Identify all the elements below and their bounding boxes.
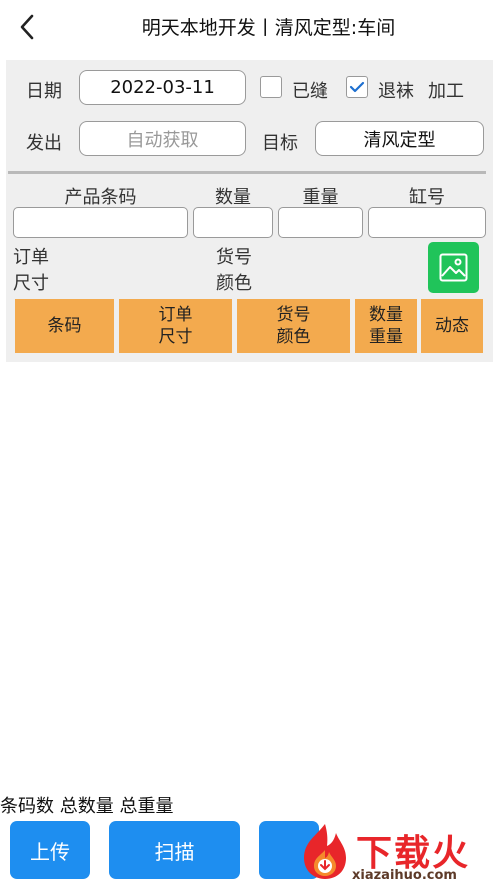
tab-quantity-weight[interactable]: 数量 重量	[355, 299, 417, 353]
date-field[interactable]: 2022-03-11	[79, 70, 246, 105]
tab-quantity-label: 数量	[369, 305, 403, 325]
tab-item-color[interactable]: 货号 颜色	[237, 299, 350, 353]
target-label: 目标	[262, 133, 298, 154]
tab-order-size[interactable]: 订单 尺寸	[119, 299, 232, 353]
chevron-left-icon[interactable]	[14, 12, 42, 42]
size-label: 尺寸	[13, 273, 49, 294]
item-no-label: 货号	[216, 247, 252, 268]
barcode-header: 产品条码	[64, 187, 137, 208]
date-label: 日期	[26, 81, 62, 102]
check-icon	[349, 81, 365, 93]
target-field[interactable]: 清风定型	[315, 121, 484, 156]
page-title: 明天本地开发丨清风定型:车间	[141, 17, 396, 39]
order-label: 订单	[13, 247, 49, 268]
flame-logo-icon	[304, 824, 346, 879]
weight-header: 重量	[302, 187, 339, 208]
quantity-input[interactable]	[193, 207, 273, 238]
barcode-input[interactable]	[13, 207, 188, 238]
vat-input[interactable]	[368, 207, 486, 238]
image-button[interactable]	[428, 242, 479, 293]
tab-dynamic-label: 动态	[435, 316, 469, 336]
return-checkbox[interactable]	[346, 76, 368, 98]
process-label[interactable]: 加工	[428, 77, 464, 103]
sewn-checkbox[interactable]	[260, 76, 282, 98]
send-field[interactable]: 自动获取	[79, 121, 246, 156]
summary-text: 条码数 总数量 总重量	[0, 796, 174, 817]
app-header: 明天本地开发丨清风定型:车间	[0, 0, 497, 56]
send-label: 发出	[26, 133, 62, 154]
scan-button[interactable]: 扫描	[109, 821, 240, 879]
tab-color-label: 颜色	[276, 327, 311, 347]
tab-size-label: 尺寸	[158, 327, 193, 347]
upload-button[interactable]: 上传	[10, 821, 90, 879]
tab-order-label: 订单	[158, 305, 193, 325]
return-label: 退袜	[378, 81, 414, 102]
tab-dynamic[interactable]: 动态	[421, 299, 483, 353]
tab-weight-label: 重量	[369, 327, 403, 347]
tab-item-label: 货号	[276, 305, 311, 325]
tab-barcode[interactable]: 条码	[15, 299, 114, 353]
image-icon	[439, 253, 468, 282]
color-label: 颜色	[216, 273, 252, 294]
tab-barcode-label: 条码	[47, 316, 82, 336]
watermark-url: xiazaihuo.com	[352, 868, 457, 883]
divider	[8, 171, 486, 174]
vat-header: 缸号	[409, 187, 445, 208]
sewn-label: 已缝	[292, 81, 328, 102]
quantity-header: 数量	[215, 187, 251, 208]
weight-input[interactable]	[278, 207, 363, 238]
watermark: 下载火 xiazaihuo.com	[292, 820, 497, 883]
